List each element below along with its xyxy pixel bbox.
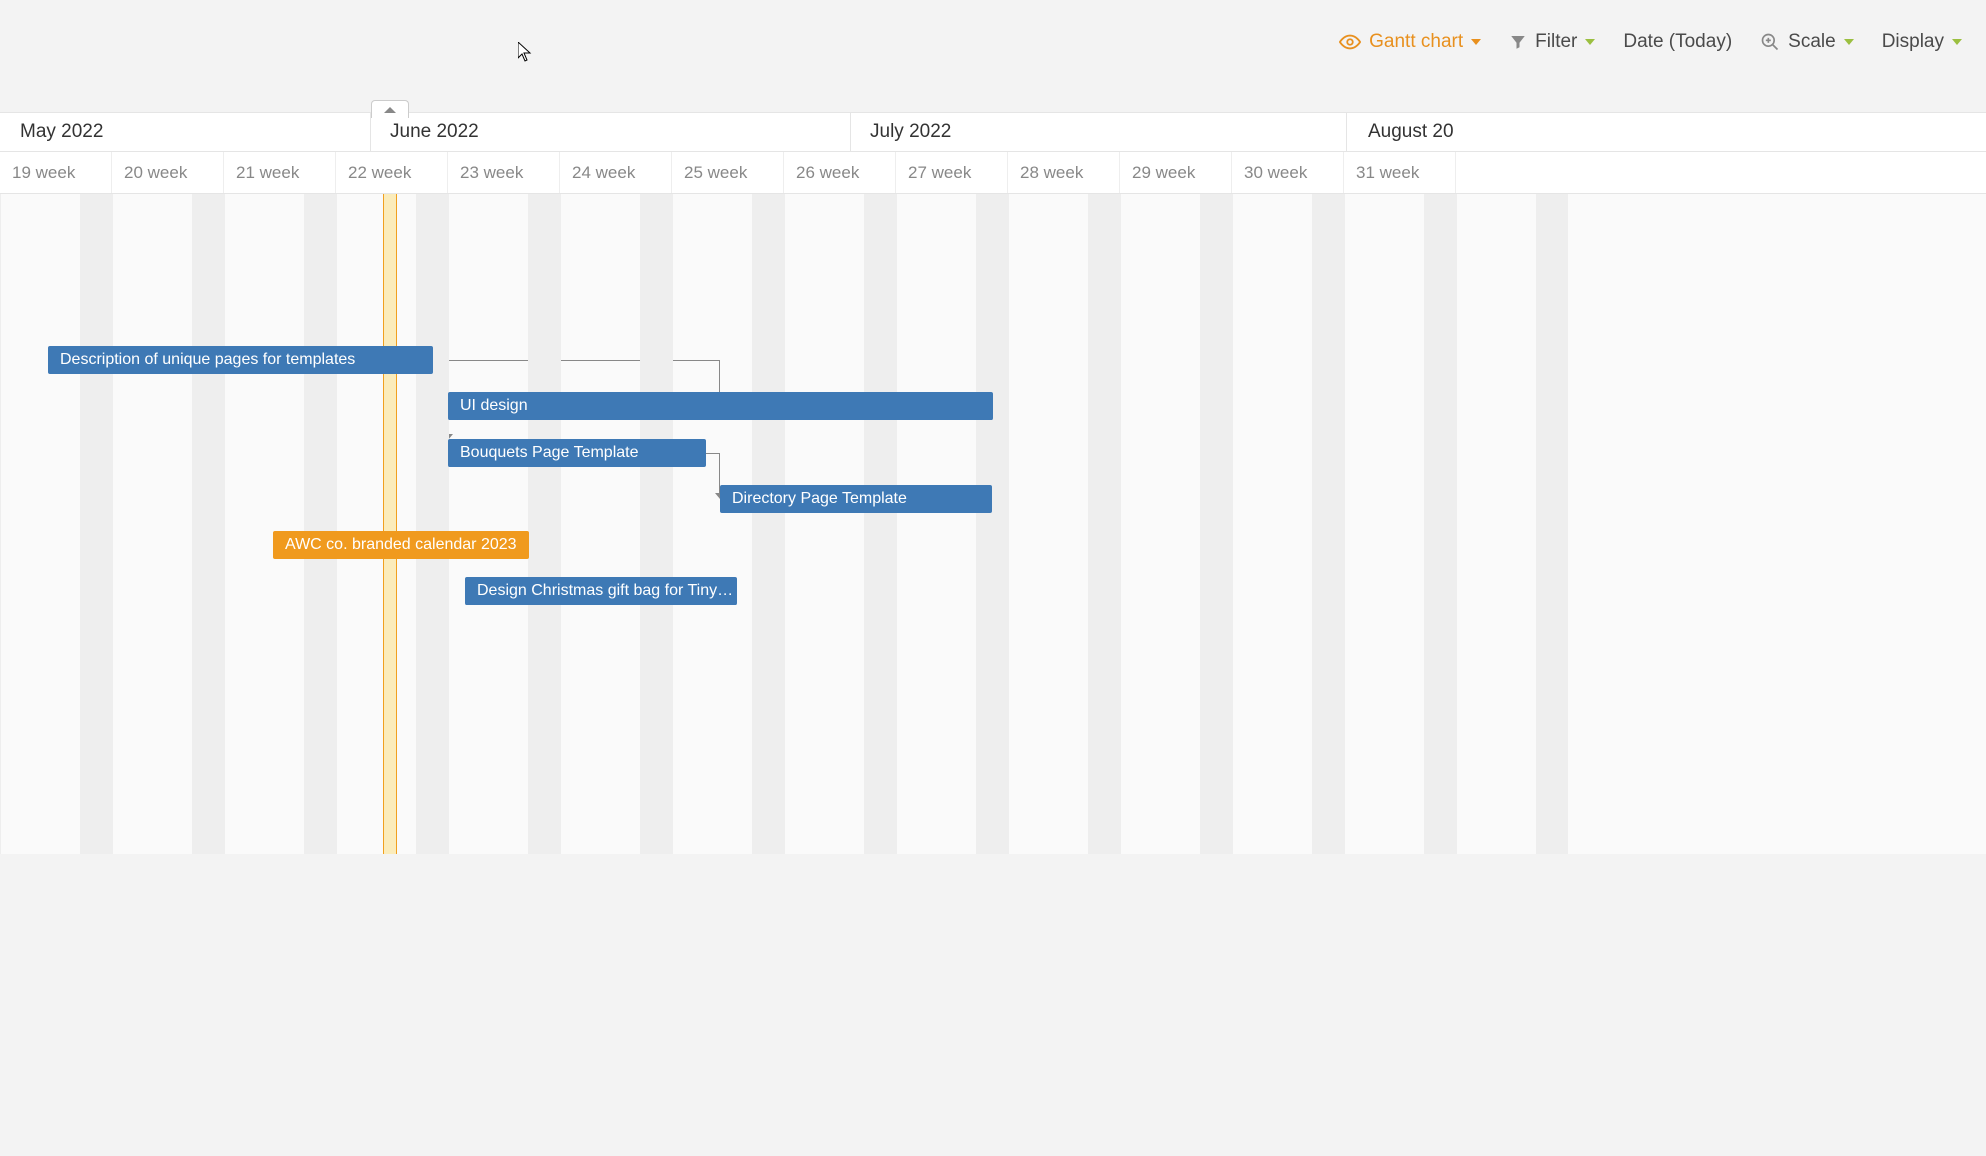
week-header-cell[interactable]: 31 week: [1344, 152, 1456, 193]
task-label: Design Christmas gift bag for Tiny…: [477, 582, 733, 600]
task-label: UI design: [460, 397, 528, 415]
weekend-stripe: [416, 194, 448, 854]
scale-label: Scale: [1788, 31, 1836, 53]
filter-dropdown[interactable]: Filter: [1509, 31, 1595, 53]
month-label: May 2022: [20, 121, 103, 143]
task-label: Bouquets Page Template: [460, 444, 639, 462]
weekend-stripe: [1312, 194, 1344, 854]
grid-line: [784, 194, 785, 854]
task-bar[interactable]: UI design: [448, 392, 993, 420]
task-label: Directory Page Template: [732, 490, 907, 508]
grid-line: [0, 194, 1, 854]
chevron-down-icon: [1471, 39, 1481, 45]
month-divider: [370, 113, 371, 151]
weekend-stripe: [80, 194, 112, 854]
month-divider: [1346, 113, 1347, 151]
week-header-cell[interactable]: 28 week: [1008, 152, 1120, 193]
filter-icon: [1509, 33, 1527, 51]
weekend-stripe: [192, 194, 224, 854]
filter-label: Filter: [1535, 31, 1577, 53]
grid-line: [896, 194, 897, 854]
week-header-cell[interactable]: 24 week: [560, 152, 672, 193]
gantt-chart-area[interactable]: Description of unique pages for template…: [0, 194, 1986, 854]
week-header-cell[interactable]: 26 week: [784, 152, 896, 193]
weekend-stripe: [528, 194, 560, 854]
month-label: August 20: [1368, 121, 1454, 143]
task-bar[interactable]: Design Christmas gift bag for Tiny…: [465, 577, 737, 605]
chevron-down-icon: [1585, 39, 1595, 45]
eye-icon: [1339, 31, 1361, 53]
display-label: Display: [1882, 31, 1944, 53]
weekend-stripe: [304, 194, 336, 854]
week-header-cell[interactable]: 23 week: [448, 152, 560, 193]
week-header-cell[interactable]: 22 week: [336, 152, 448, 193]
month-header-row: May 2022 June 2022 July 2022 August 20: [0, 112, 1986, 152]
weekend-stripe: [640, 194, 672, 854]
weekend-stripe: [752, 194, 784, 854]
grid-line: [560, 194, 561, 854]
weekend-stripe: [1200, 194, 1232, 854]
grid-line: [672, 194, 673, 854]
grid-line: [448, 194, 449, 854]
today-marker[interactable]: [383, 194, 397, 854]
chevron-down-icon: [1952, 39, 1962, 45]
month-label: June 2022: [390, 121, 479, 143]
grid-line: [1232, 194, 1233, 854]
week-header-cell[interactable]: 30 week: [1232, 152, 1344, 193]
week-header-cell[interactable]: 21 week: [224, 152, 336, 193]
task-label: Description of unique pages for template…: [60, 351, 355, 369]
week-header-cell[interactable]: 19 week: [0, 152, 112, 193]
task-bar[interactable]: Bouquets Page Template: [448, 439, 706, 467]
date-today-button[interactable]: Date (Today): [1623, 31, 1732, 53]
date-label: Date (Today): [1623, 31, 1732, 53]
today-handle[interactable]: [371, 100, 409, 118]
week-header-row: 19 week20 week21 week22 week23 week24 we…: [0, 152, 1986, 194]
weekend-stripe: [1424, 194, 1456, 854]
scale-dropdown[interactable]: Scale: [1760, 31, 1854, 53]
display-dropdown[interactable]: Display: [1882, 31, 1962, 53]
timeline: May 2022 June 2022 July 2022 August 20 19 w…: [0, 112, 1986, 854]
weekend-stripe: [864, 194, 896, 854]
grid-line: [1120, 194, 1121, 854]
week-header-cell[interactable]: 20 week: [112, 152, 224, 193]
month-label: July 2022: [870, 121, 951, 143]
view-dropdown[interactable]: Gantt chart: [1339, 31, 1481, 53]
grid-line: [1008, 194, 1009, 854]
grid-line: [1456, 194, 1457, 854]
month-divider: [850, 113, 851, 151]
task-bar[interactable]: Description of unique pages for template…: [48, 346, 433, 374]
chevron-down-icon: [1844, 39, 1854, 45]
weekend-stripe: [1088, 194, 1120, 854]
grid-line: [336, 194, 337, 854]
week-header-cell[interactable]: 25 week: [672, 152, 784, 193]
weekend-stripe: [976, 194, 1008, 854]
task-bar[interactable]: AWC co. branded calendar 2023: [273, 531, 529, 559]
toolbar: Gantt chart Filter Date (Today) Scale Di…: [0, 0, 1986, 112]
task-bar[interactable]: Directory Page Template: [720, 485, 992, 513]
zoom-in-icon: [1760, 32, 1780, 52]
week-header-cell[interactable]: 27 week: [896, 152, 1008, 193]
grid-line: [1344, 194, 1345, 854]
grid-line: [224, 194, 225, 854]
weekend-stripe: [1536, 194, 1568, 854]
task-label: AWC co. branded calendar 2023: [285, 536, 517, 554]
dependency-line: [706, 453, 720, 497]
view-label: Gantt chart: [1369, 31, 1463, 53]
grid-line: [112, 194, 113, 854]
week-header-cell[interactable]: 29 week: [1120, 152, 1232, 193]
